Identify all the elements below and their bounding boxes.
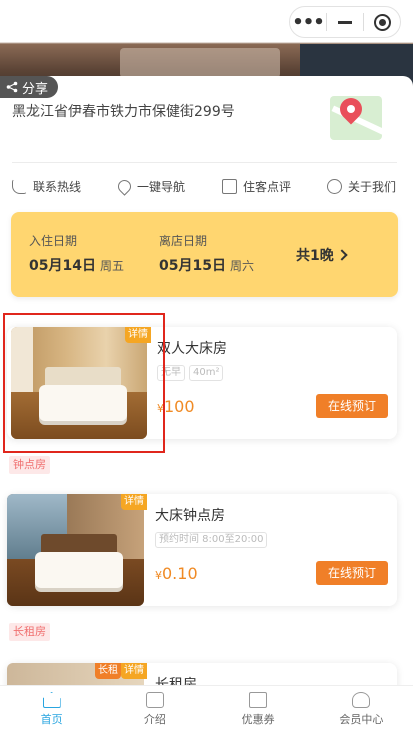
tab-home[interactable]: 首页	[0, 686, 103, 733]
about-us-link[interactable]: 关于我们	[327, 174, 396, 198]
share-button[interactable]: 分享	[0, 76, 59, 98]
long-stay-badge: 长租	[95, 663, 121, 679]
more-dots-icon[interactable]: •••	[290, 7, 326, 37]
tab-member-center[interactable]: 会员中心	[310, 686, 413, 733]
room-price: ¥0.10	[155, 564, 198, 583]
nights-count[interactable]: 共1晚	[296, 245, 348, 265]
book-online-button[interactable]: 在线预订	[316, 394, 388, 418]
minimize-icon[interactable]	[327, 7, 363, 37]
mini-program-capsule: •••	[289, 6, 401, 38]
divider	[12, 162, 397, 163]
bottom-tab-bar: 首页 介绍 优惠券 会员中心	[0, 685, 413, 733]
price-value: 100	[164, 397, 195, 416]
link-label: 住客点评	[243, 179, 292, 194]
category-label: 长租房	[9, 623, 50, 641]
target-circle-icon[interactable]	[364, 7, 400, 37]
room-card[interactable]: 详情 大床钟点房 预约时间 8:00至20:00 ¥0.10 在线预订	[7, 494, 397, 606]
link-label: 关于我们	[348, 179, 397, 194]
price-value: 0.10	[162, 564, 198, 583]
tab-intro[interactable]: 介绍	[103, 686, 206, 733]
home-icon	[42, 692, 61, 708]
checkin-date: 05月14日	[29, 258, 96, 274]
share-icon	[6, 81, 18, 93]
comment-icon	[222, 178, 237, 194]
member-icon	[352, 692, 371, 708]
hotel-home-page: ••• 分享 黑龙江省伊春市铁力市保健街299号 联系热线 一键导航 住客点评	[0, 0, 413, 733]
tab-label: 介绍	[143, 713, 166, 726]
contact-hotline-link[interactable]: 联系热线	[12, 174, 81, 198]
hero-room-detail	[120, 48, 280, 78]
tab-label: 首页	[40, 713, 63, 726]
navigation-link[interactable]: 一键导航	[115, 174, 186, 198]
checkin-weekday: 周五	[100, 259, 125, 273]
chevron-right-icon	[336, 249, 348, 261]
location-pin-icon	[115, 176, 134, 196]
room-photo[interactable]	[7, 494, 144, 606]
room-tag: 预约时间 8:00至20:00	[155, 532, 268, 548]
photo-bed	[35, 552, 123, 588]
link-label: 联系热线	[33, 179, 82, 194]
tab-coupons[interactable]: 优惠券	[207, 686, 310, 733]
room-name: 双人大床房	[157, 341, 227, 357]
share-label: 分享	[22, 81, 49, 97]
nights-label: 共1晚	[296, 248, 334, 264]
book-online-button[interactable]: 在线预订	[316, 561, 388, 585]
quick-links: 联系热线 一键导航 住客点评 关于我们	[0, 174, 413, 198]
phone-icon	[12, 178, 27, 194]
checkout-weekday: 周六	[230, 259, 255, 273]
room-tag: 40m²	[189, 365, 224, 381]
detail-badge[interactable]: 详情	[121, 494, 147, 510]
room-name: 大床钟点房	[155, 508, 225, 524]
link-label: 一键导航	[137, 179, 186, 194]
currency-symbol: ¥	[155, 569, 162, 582]
date-selector-card[interactable]: 入住日期 05月14日 周五 离店日期 05月15日 周六 共1晚	[11, 212, 398, 297]
detail-badge[interactable]: 详情	[121, 663, 147, 679]
tab-label: 会员中心	[339, 713, 384, 726]
user-icon	[327, 178, 342, 194]
checkin-label: 入住日期	[29, 234, 78, 248]
checkout-label: 离店日期	[159, 234, 208, 248]
category-label: 钟点房	[9, 456, 50, 474]
checkout-date: 05月15日	[159, 258, 226, 274]
cube-icon	[145, 692, 164, 708]
guest-reviews-link[interactable]: 住客点评	[222, 174, 291, 198]
coupon-icon	[249, 692, 268, 708]
tab-label: 优惠券	[241, 713, 275, 726]
map-pin-icon[interactable]	[330, 96, 382, 140]
selection-highlight	[3, 313, 165, 453]
hotel-address: 黑龙江省伊春市铁力市保健街299号	[12, 104, 235, 120]
